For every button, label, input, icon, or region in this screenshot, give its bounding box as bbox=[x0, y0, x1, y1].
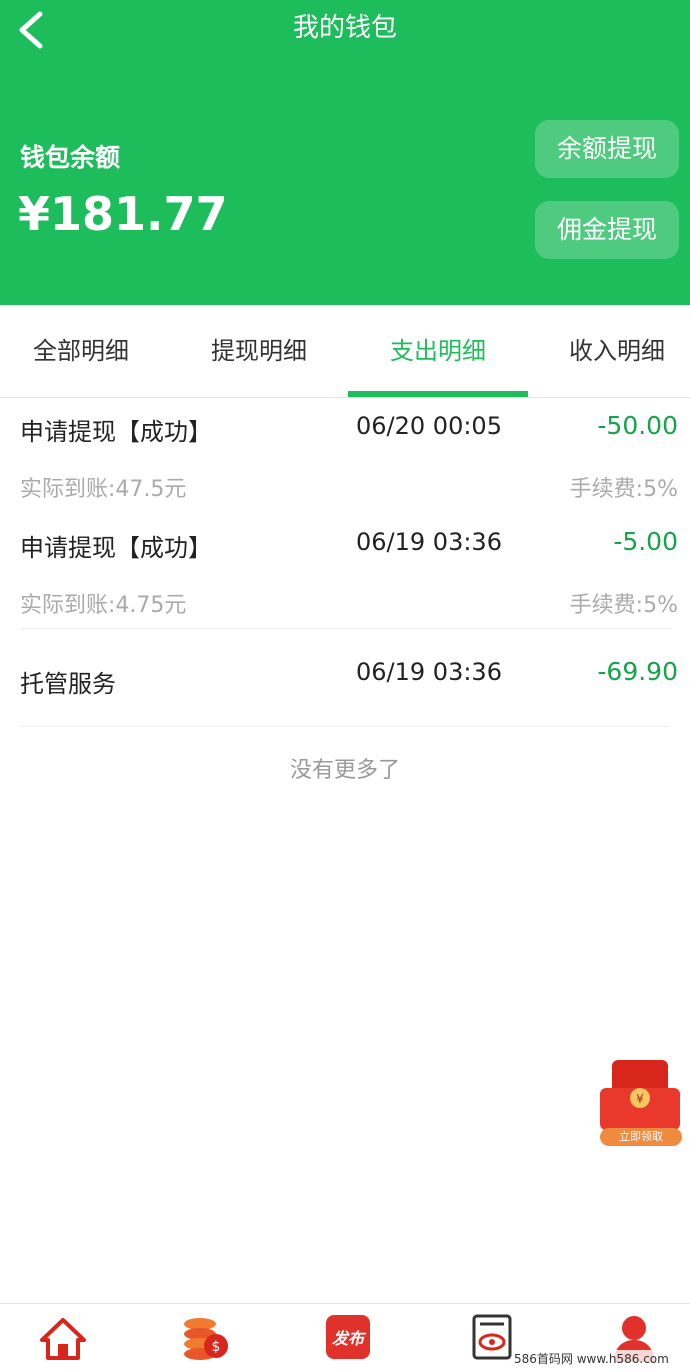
page-title: 我的钱包 bbox=[292, 13, 397, 43]
tab-income-details[interactable]: 收入明细 bbox=[528, 305, 690, 397]
svg-text:$: $ bbox=[212, 1339, 221, 1355]
record-fee: 手续费:5% bbox=[569, 593, 678, 618]
watermark-text: 586首码网 www.h586.com bbox=[512, 1350, 671, 1367]
eye-document-icon[interactable] bbox=[468, 1312, 518, 1364]
no-more-text: 没有更多了 bbox=[289, 758, 400, 783]
record-received: 实际到账:4.75元 bbox=[20, 593, 187, 618]
record-title: 申请提现【成功】 bbox=[20, 418, 212, 446]
tab-all-details[interactable]: 全部明细 bbox=[0, 305, 170, 397]
publish-label: 发布 bbox=[331, 1329, 364, 1348]
record-time: 06/19 03:36 bbox=[356, 528, 502, 556]
wallet-header: 我的钱包 钱包余额 ¥181.77 余额提现 佣金提现 bbox=[0, 0, 690, 305]
tab-expense-details[interactable]: 支出明细 bbox=[349, 305, 527, 397]
divider bbox=[20, 726, 670, 727]
record-fee: 手续费:5% bbox=[569, 477, 678, 502]
record-amount: -50.00 bbox=[597, 411, 678, 440]
red-packet-label: 立即领取 bbox=[619, 1130, 663, 1143]
svg-text:¥: ¥ bbox=[636, 1092, 644, 1106]
active-tab-indicator bbox=[348, 391, 528, 397]
record-time: 06/19 03:36 bbox=[356, 658, 502, 686]
withdraw-commission-button[interactable]: 佣金提现 bbox=[535, 201, 679, 259]
publish-button[interactable]: 发布 bbox=[323, 1312, 373, 1364]
record-amount: -5.00 bbox=[613, 527, 678, 556]
balance-label: 钱包余额 bbox=[20, 143, 121, 172]
home-icon[interactable] bbox=[38, 1312, 88, 1364]
withdraw-balance-button[interactable]: 余额提现 bbox=[535, 120, 679, 178]
record-amount: -69.90 bbox=[597, 657, 678, 686]
balance-amount: ¥181.77 bbox=[18, 187, 228, 241]
record-title: 申请提现【成功】 bbox=[20, 534, 212, 562]
red-packet-float[interactable]: ¥ 立即领取 bbox=[598, 1058, 684, 1150]
record-title: 托管服务 bbox=[20, 670, 116, 698]
record-received: 实际到账:47.5元 bbox=[20, 477, 187, 502]
detail-tabs: 全部明细 提现明细 支出明细 收入明细 bbox=[0, 305, 690, 398]
divider bbox=[20, 628, 670, 629]
record-time: 06/20 00:05 bbox=[356, 412, 502, 440]
coins-icon[interactable]: $ bbox=[180, 1312, 230, 1364]
tab-withdraw-details[interactable]: 提现明细 bbox=[170, 305, 348, 397]
